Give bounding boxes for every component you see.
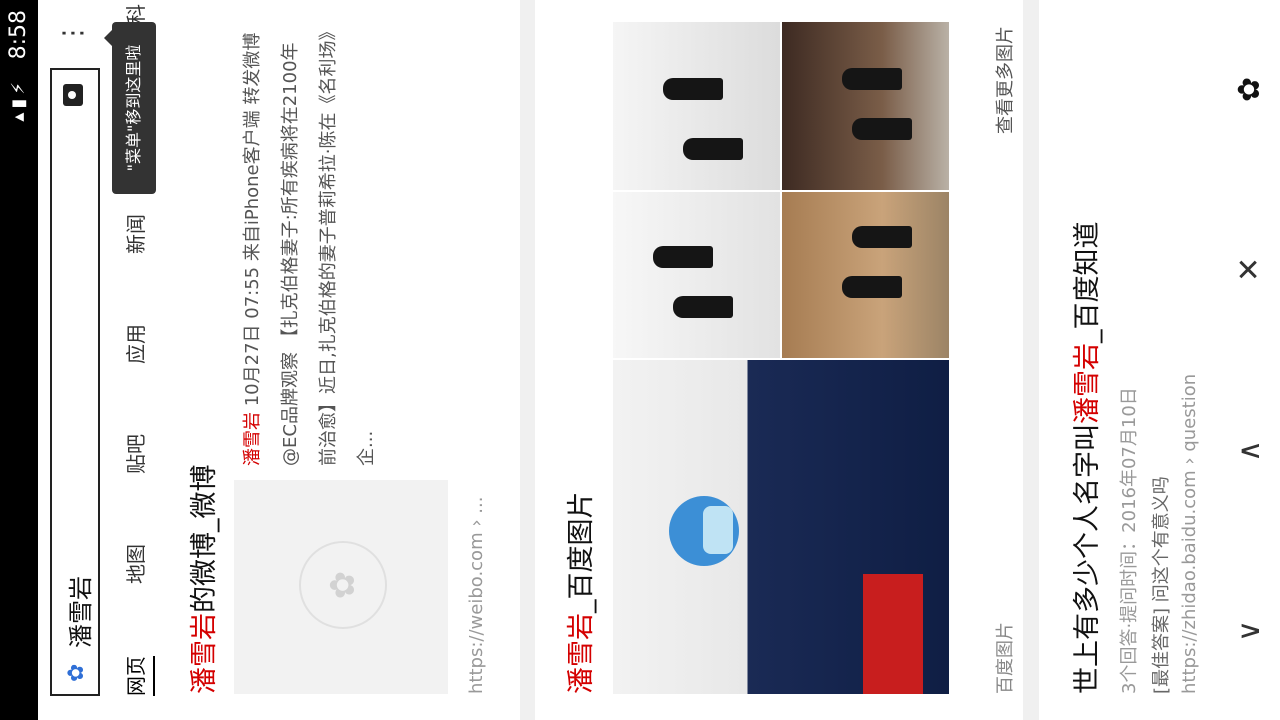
thumbnail: ✿ <box>234 480 448 694</box>
result-card-weibo[interactable]: 潘雪岩的微博_微博 ✿ 潘雪岩 10月27日 07:55 来自iPhone客户端… <box>156 0 520 720</box>
tab-web[interactable]: 网页 <box>120 656 155 696</box>
search-query: 潘雪岩 <box>67 576 95 648</box>
more-icon[interactable]: ⋮ <box>58 20 88 46</box>
search-input[interactable]: ✿ 潘雪岩 <box>50 68 100 696</box>
image-source: 百度图片 <box>995 622 1016 694</box>
result-title[interactable]: 世上有多少个人名字叫潘雪岩_百度知道 <box>1065 222 1104 695</box>
baidu-paw-icon: ✿ <box>64 663 89 682</box>
tab-news[interactable]: 新闻 <box>120 214 149 254</box>
result-url: https://weibo.com › ... <box>466 496 487 694</box>
image-thumb[interactable] <box>613 192 780 358</box>
result-card-images[interactable]: 潘雪岩_百度图片 百度图片 查看更多图片 <box>535 0 1023 720</box>
signal-icon: ▴▮⚡ <box>8 78 29 122</box>
image-thumb[interactable] <box>613 22 780 190</box>
image-thumb[interactable] <box>613 360 949 694</box>
status-time: 8:58 <box>6 10 31 60</box>
camera-icon[interactable] <box>63 84 83 106</box>
title-rest: 的微博_微博 <box>189 464 220 614</box>
title-highlight: 潘雪岩 <box>1072 343 1103 424</box>
person-figure <box>842 276 902 298</box>
close-icon[interactable]: ✕ <box>1232 257 1267 282</box>
title-prefix: 世上有多少个人名字叫 <box>1072 424 1103 694</box>
snippet-text: 10月27日 07:55 来自iPhone客户端 转发微博 @EC品牌观察 【扎… <box>242 31 377 466</box>
back-icon[interactable]: ∨ <box>1232 620 1267 642</box>
person-figure <box>852 118 912 140</box>
red-banner <box>863 574 923 694</box>
person-figure <box>673 296 733 318</box>
menu-tooltip: "菜单"移到这里啦 <box>112 22 156 194</box>
more-images-link[interactable]: 查看更多图片 <box>991 26 1017 134</box>
tab-map[interactable]: 地图 <box>120 544 149 584</box>
forward-icon[interactable]: ∧ <box>1232 440 1267 462</box>
answer-meta: 3个回答·提问时间：2016年07月10日 <box>1119 387 1140 694</box>
image-thumb[interactable] <box>782 22 949 190</box>
person-figure <box>852 226 912 248</box>
face-mask <box>703 506 733 554</box>
person-figure <box>842 68 902 90</box>
image-grid <box>613 22 949 694</box>
tab-tieba[interactable]: 贴吧 <box>120 434 149 474</box>
title-rest: _百度图片 <box>566 491 597 614</box>
title-highlight: 潘雪岩 <box>566 613 597 694</box>
result-card-zhidao[interactable]: 世上有多少个人名字叫潘雪岩_百度知道 3个回答·提问时间：2016年07月10日… <box>1039 0 1219 720</box>
title-suffix: _百度知道 <box>1072 221 1103 344</box>
snippet-author: 潘雪岩 <box>242 412 263 466</box>
bottom-nav: ∨ ∧ ✕ ✿ <box>1218 0 1280 720</box>
tab-apps[interactable]: 应用 <box>120 324 149 364</box>
person-figure <box>663 78 723 100</box>
status-bar: ▴▮⚡ 8:58 <box>0 0 38 720</box>
result-url: https://zhidao.baidu.com › question <box>1179 373 1200 694</box>
result-title[interactable]: 潘雪岩_百度图片 <box>559 492 598 695</box>
result-snippet: 潘雪岩 10月27日 07:55 来自iPhone客户端 转发微博 @EC品牌观… <box>234 26 386 466</box>
person-figure <box>683 138 743 160</box>
baidu-paw-icon: ✿ <box>299 541 387 629</box>
title-highlight: 潘雪岩 <box>189 613 220 694</box>
best-answer: [最佳答案] 问这个有意义吗 <box>1151 476 1172 694</box>
image-thumb[interactable] <box>782 192 949 358</box>
result-title[interactable]: 潘雪岩的微博_微博 <box>182 465 221 695</box>
rotated-screen: ▴▮⚡ 8:58 ✿ 潘雪岩 ⋮ 网页 地图 贴吧 应用 新闻 百科 "菜单"移… <box>0 0 1280 720</box>
person-figure <box>653 246 713 268</box>
home-icon[interactable]: ✿ <box>1232 77 1267 102</box>
